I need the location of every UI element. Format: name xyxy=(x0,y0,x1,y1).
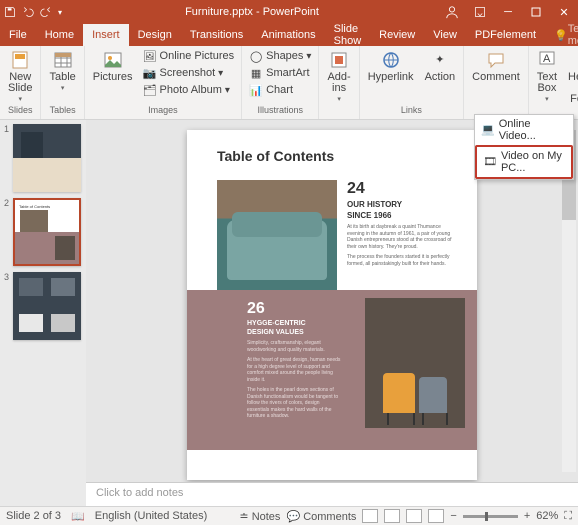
tab-animations[interactable]: Animations xyxy=(252,24,324,46)
slide-section-1: 24 OUR HISTORY SINCE 1966 At its birth a… xyxy=(347,180,457,267)
hyperlink-button[interactable]: Hyperlink xyxy=(364,48,418,85)
tab-transitions[interactable]: Transitions xyxy=(181,24,252,46)
undo-icon[interactable] xyxy=(22,6,34,18)
comment-button[interactable]: Comment xyxy=(468,48,524,85)
tab-file[interactable]: File xyxy=(0,24,36,46)
zoom-slider[interactable] xyxy=(463,515,518,518)
table-button[interactable]: Table▾ xyxy=(45,48,79,94)
zoom-level[interactable]: 62% xyxy=(536,510,558,522)
textbox-button[interactable]: AText Box▾ xyxy=(533,48,561,105)
view-sorter-button[interactable] xyxy=(384,509,400,523)
addins-button[interactable]: Add-ins▾ xyxy=(323,48,354,105)
view-reading-button[interactable] xyxy=(406,509,422,523)
slide-image-sofa xyxy=(217,180,337,290)
photo-album-button[interactable]: 🗂Photo Album ▾ xyxy=(140,82,238,98)
zoom-out-button[interactable]: − xyxy=(450,510,456,522)
slide-image-chairs xyxy=(365,298,465,428)
ribbon-options-icon[interactable] xyxy=(466,0,494,24)
slide-title: Table of Contents xyxy=(217,148,334,164)
fit-to-window-button[interactable]: ⛶ xyxy=(564,510,572,523)
thumb-3[interactable] xyxy=(13,272,81,340)
chart-button[interactable]: 📊Chart xyxy=(246,82,314,98)
shapes-button[interactable]: ◯Shapes ▾ xyxy=(246,48,314,64)
status-notes[interactable]: ≐ Notes xyxy=(239,510,280,523)
slide-thumbnails: 1 2 Table of Contents 3 xyxy=(0,120,86,506)
tab-pdfelement[interactable]: PDFelement xyxy=(466,24,545,46)
online-video-item[interactable]: 💻Online Video... xyxy=(475,115,573,145)
tab-slideshow[interactable]: Slide Show xyxy=(325,24,371,46)
status-spellcheck-icon[interactable]: 📖 xyxy=(71,510,85,523)
thumb-1[interactable] xyxy=(13,124,81,192)
online-pictures-button[interactable]: 🖼Online Pictures xyxy=(140,48,238,64)
tellme-search[interactable]: 💡 Tell me... xyxy=(545,24,578,46)
tab-insert[interactable]: Insert xyxy=(83,24,129,46)
status-slide: Slide 2 of 3 xyxy=(6,510,61,522)
slide-section-2: 26 HYGGE-CENTRIC DESIGN VALUES Simplicit… xyxy=(247,300,342,420)
save-icon[interactable] xyxy=(4,6,16,18)
vertical-scrollbar[interactable] xyxy=(562,130,576,472)
pictures-button[interactable]: Pictures xyxy=(89,48,137,85)
action-button[interactable]: ✦Action xyxy=(421,48,460,85)
svg-text:A: A xyxy=(543,53,551,65)
video-on-pc-item[interactable]: 🎞Video on My PC... xyxy=(475,145,573,179)
screenshot-button[interactable]: 📷Screenshot ▾ xyxy=(140,65,238,81)
maximize-button[interactable] xyxy=(522,0,550,24)
view-normal-button[interactable] xyxy=(362,509,378,523)
minimize-button[interactable]: ─ xyxy=(494,0,522,24)
redo-icon[interactable] xyxy=(40,6,52,18)
zoom-in-button[interactable]: + xyxy=(524,510,530,522)
thumb-2[interactable]: Table of Contents xyxy=(13,198,81,266)
status-language[interactable]: English (United States) xyxy=(95,510,208,522)
tab-review[interactable]: Review xyxy=(370,24,424,46)
slide-canvas[interactable]: Table of Contents 24 OUR HISTORY SINCE 1… xyxy=(187,130,477,480)
new-slide-button[interactable]: New Slide▾ xyxy=(4,48,36,105)
tab-home[interactable]: Home xyxy=(36,24,83,46)
tab-design[interactable]: Design xyxy=(129,24,181,46)
video-dropdown: 💻Online Video... 🎞Video on My PC... xyxy=(474,114,574,180)
account-icon[interactable] xyxy=(438,0,466,24)
slide-band: 26 HYGGE-CENTRIC DESIGN VALUES Simplicit… xyxy=(187,290,477,450)
notes-pane[interactable]: Click to add notes xyxy=(86,482,578,506)
tab-view[interactable]: View xyxy=(424,24,466,46)
header-footer-button[interactable]: Header & Footer xyxy=(564,48,578,107)
qat-more-icon[interactable]: ▾ xyxy=(58,8,62,17)
status-comments[interactable]: 💬 Comments xyxy=(286,510,356,523)
window-title: Furniture.pptx - PowerPoint xyxy=(66,6,438,18)
view-slideshow-button[interactable] xyxy=(428,509,444,523)
smartart-button[interactable]: ▦SmartArt xyxy=(246,65,314,81)
close-button[interactable]: ✕ xyxy=(550,0,578,24)
